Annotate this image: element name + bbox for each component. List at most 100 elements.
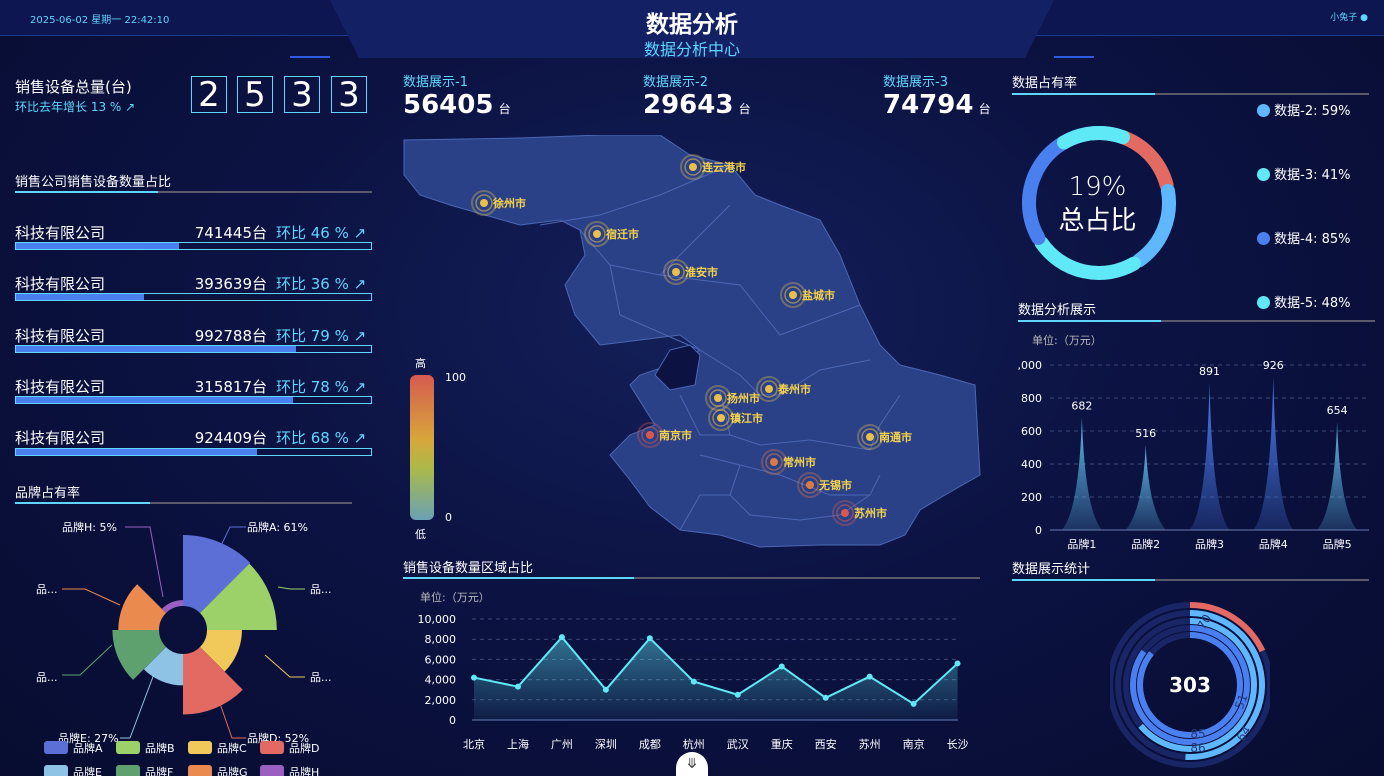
total-digit: 3 — [331, 76, 367, 113]
y-tick-label: 8,000 — [425, 633, 457, 646]
legend-swatch — [44, 765, 68, 776]
city-label: 泰州市 — [777, 382, 811, 396]
y-tick-label: ,000 — [1018, 359, 1043, 372]
donut-legend-item[interactable]: 数据-4: 85% — [1257, 228, 1351, 247]
analysis-underline — [1018, 320, 1375, 322]
city-marker — [593, 230, 601, 238]
total-label: 销售设备总量(台) — [15, 78, 132, 96]
city-marker — [714, 394, 722, 402]
x-tick-label: 南京 — [903, 737, 925, 751]
y-tick-label: 200 — [1021, 491, 1042, 504]
ring-value-label: 86 — [1190, 741, 1205, 755]
company-progress-fill — [16, 449, 258, 455]
analysis-title: 数据分析展示 — [1018, 303, 1097, 318]
rose-slice — [161, 600, 183, 614]
donut-legend-item[interactable]: 数据-5: 48% — [1257, 292, 1351, 311]
y-tick-label: 600 — [1021, 425, 1042, 438]
city-marker — [866, 433, 874, 441]
city-label: 徐州市 — [492, 196, 526, 210]
occupancy-underline — [1012, 93, 1369, 95]
city-label: 盐城市 — [802, 288, 835, 302]
rose-slice — [118, 584, 167, 630]
rose-label-line — [62, 644, 113, 676]
stat-value: 56405 — [403, 90, 494, 120]
data-point — [602, 686, 609, 693]
trend-up-icon: ↗ — [125, 100, 136, 114]
city-label: 南通市 — [879, 430, 912, 444]
data-point — [558, 634, 565, 641]
data-label: 926 — [1263, 359, 1284, 372]
stat-label: 数据展示-1 — [403, 75, 468, 90]
legend-label: 品牌G — [217, 765, 248, 776]
trend-up-icon: ↗ — [353, 275, 367, 293]
legend-high: 高 — [415, 357, 426, 370]
legend-label: 品牌A — [73, 741, 103, 755]
city-marker — [646, 431, 654, 439]
company-pct: 环比 46 % ↗ — [276, 222, 366, 243]
total-digit: 2 — [191, 76, 227, 113]
city-marker — [841, 509, 849, 517]
legend-swatch — [260, 765, 284, 776]
donut-legend-item[interactable]: 数据-3: 41% — [1257, 164, 1351, 183]
stat-value-group: 74794 台 — [883, 90, 991, 120]
occupancy-title: 数据占有率 — [1012, 76, 1078, 91]
chart-unit-label: 单位:（万元） — [420, 590, 490, 604]
brand-triangle-chart: 单位:（万元） 0 200 400 600 800 ,000 682 品牌1 516 品牌2 891 品… — [1018, 333, 1369, 551]
chevron-down-icon[interactable]: ⤋ — [676, 752, 708, 776]
company-name: 科技有限公司 — [15, 429, 106, 447]
brand-rose-chart: 品牌A: 61%品...品...品牌D: 52%品牌E: 27%品...品...… — [36, 520, 332, 776]
area-fill — [474, 637, 958, 720]
legend-dot-icon — [1257, 104, 1270, 117]
data-point — [954, 660, 961, 667]
company-progress — [15, 293, 372, 301]
company-value: 924409台 — [194, 429, 267, 447]
legend-text: 数据-5: 48% — [1274, 296, 1351, 311]
company-value: 315817台 — [194, 378, 267, 396]
legend-text: 数据-4: 85% — [1274, 232, 1351, 247]
y-tick-label: 10,000 — [418, 613, 457, 626]
city-label: 无锡市 — [818, 478, 852, 492]
ring-value-label: 85 — [1190, 727, 1205, 741]
brand-title: 品牌占有率 — [15, 486, 81, 501]
x-tick-label: 品牌1 — [1067, 537, 1096, 551]
rose-label-line — [264, 654, 305, 678]
x-tick-label: 苏州 — [859, 738, 881, 751]
companies-title: 销售公司销售设备数量占比 — [15, 175, 172, 190]
company-pct-text: 环比 46 % — [276, 224, 349, 242]
city-marker — [789, 291, 797, 299]
stat-value-group: 29643 台 — [643, 90, 751, 120]
legend-swatch — [116, 741, 140, 754]
data-label: 682 — [1071, 399, 1092, 412]
donut-legend-item[interactable]: 数据-2: 59% — [1257, 100, 1351, 119]
map-region-outline[interactable] — [403, 135, 981, 548]
company-value: 992788台 — [194, 327, 267, 345]
rose-label: 品... — [36, 671, 58, 684]
data-point — [910, 700, 917, 707]
rose-label: 品牌H: 5% — [62, 520, 117, 534]
total-digit: 3 — [284, 76, 320, 113]
triangle-bar — [1189, 382, 1230, 530]
company-pct: 环比 68 % ↗ — [276, 427, 366, 448]
city-label: 南京市 — [659, 428, 692, 442]
user-menu[interactable]: 小兔子 ● — [1300, 10, 1368, 23]
region-line-title: 销售设备数量区域占比 — [403, 561, 534, 576]
data-point — [471, 674, 477, 681]
city-marker — [806, 481, 814, 489]
legend-label: 品牌H — [289, 765, 319, 776]
rose-label: 品... — [36, 583, 58, 596]
company-progress-fill — [16, 397, 293, 403]
legend-low: 低 — [415, 528, 426, 541]
company-name: 科技有限公司 — [15, 378, 106, 396]
legend-label: 品牌F — [145, 765, 173, 776]
total-digit: 5 — [237, 76, 273, 113]
company-name: 科技有限公司 — [15, 224, 106, 242]
triangle-bar — [1253, 377, 1294, 530]
company-pct-text: 环比 78 % — [276, 378, 349, 396]
legend-max: 100 — [445, 371, 466, 384]
rose-label-line — [125, 526, 164, 598]
page-subtitle: 数据分析中心 — [643, 40, 740, 59]
data-point — [778, 663, 785, 670]
legend-gradient-bar[interactable] — [410, 375, 434, 520]
data-point — [646, 635, 653, 642]
legend-min: 0 — [445, 511, 452, 524]
